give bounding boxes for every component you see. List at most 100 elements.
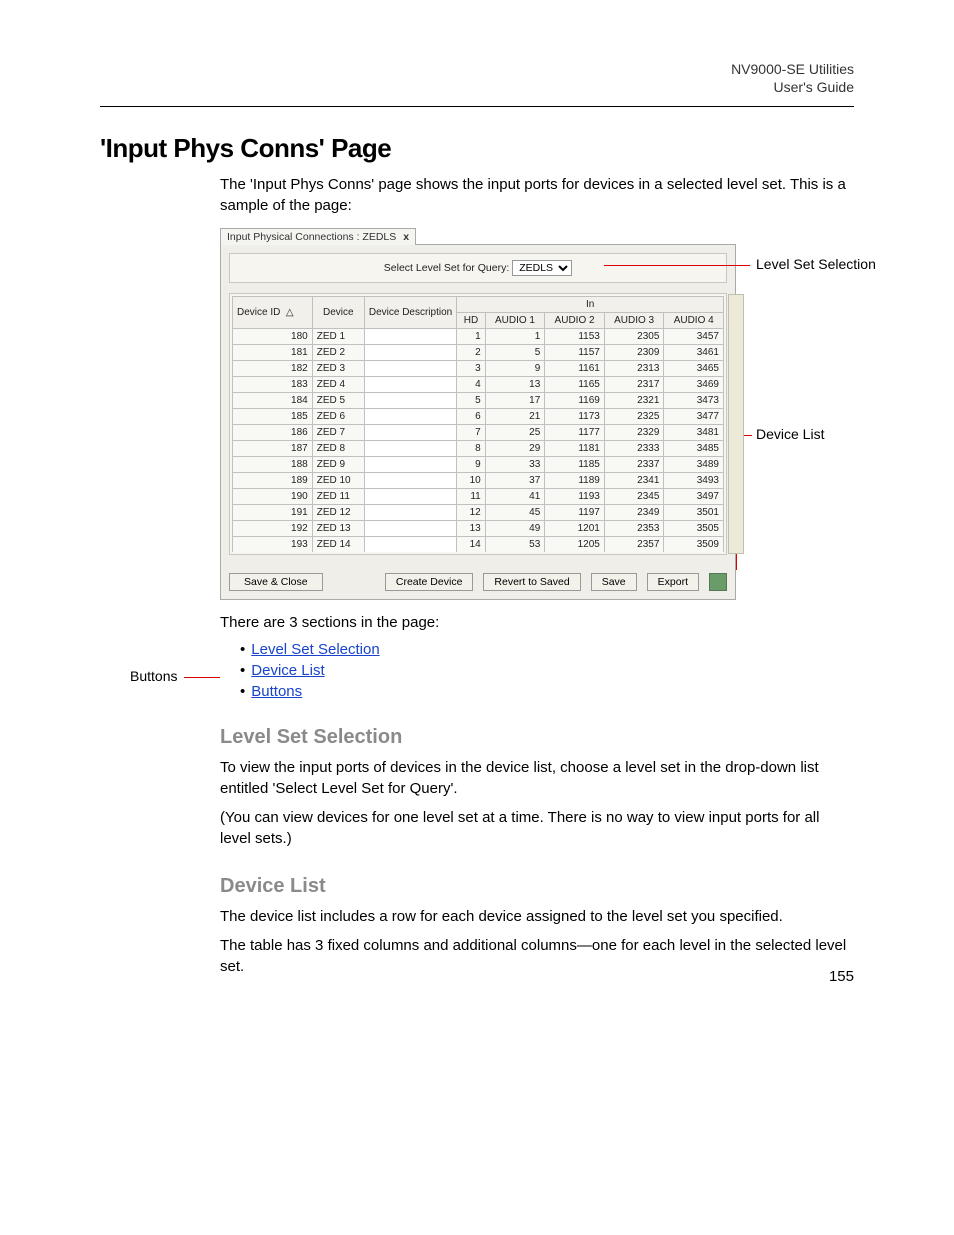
close-icon[interactable]: x bbox=[403, 231, 409, 243]
cell-device: ZED 8 bbox=[312, 441, 364, 457]
cell-a2: 1205 bbox=[545, 537, 605, 553]
cell-hd: 1 bbox=[457, 329, 486, 345]
cell-a4: 3469 bbox=[664, 377, 724, 393]
document-tab[interactable]: Input Physical Connections : ZEDLS x bbox=[220, 228, 416, 245]
table-row[interactable]: 184ZED 5517116923213473 bbox=[233, 393, 724, 409]
sec1-p1: To view the input ports of devices in th… bbox=[220, 757, 854, 799]
table-row[interactable]: 180ZED 111115323053457 bbox=[233, 329, 724, 345]
cell-a4: 3457 bbox=[664, 329, 724, 345]
link-level-set[interactable]: Level Set Selection bbox=[251, 641, 379, 658]
table-row[interactable]: 185ZED 6621117323253477 bbox=[233, 409, 724, 425]
table-row[interactable]: 189ZED 101037118923413493 bbox=[233, 473, 724, 489]
cell-hd: 3 bbox=[457, 361, 486, 377]
cell-a3: 2349 bbox=[604, 505, 664, 521]
save-close-button[interactable]: Save & Close bbox=[229, 573, 323, 591]
cell-a3: 2329 bbox=[604, 425, 664, 441]
cell-hd: 7 bbox=[457, 425, 486, 441]
table-row[interactable]: 183ZED 4413116523173469 bbox=[233, 377, 724, 393]
cell-a2: 1185 bbox=[545, 457, 605, 473]
table-row[interactable]: 191ZED 121245119723493501 bbox=[233, 505, 724, 521]
cell-a4: 3501 bbox=[664, 505, 724, 521]
col-device[interactable]: Device bbox=[312, 297, 364, 329]
table-row[interactable]: 188ZED 9933118523373489 bbox=[233, 457, 724, 473]
save-button[interactable]: Save bbox=[591, 573, 637, 591]
cell-a1: 53 bbox=[485, 537, 545, 553]
callout-device-list: Device List bbox=[756, 426, 824, 442]
col-a2[interactable]: AUDIO 2 bbox=[545, 313, 605, 329]
link-buttons[interactable]: Buttons bbox=[251, 683, 302, 700]
cell-a4: 3477 bbox=[664, 409, 724, 425]
cell-a2: 1165 bbox=[545, 377, 605, 393]
cell-device: ZED 3 bbox=[312, 361, 364, 377]
col-desc[interactable]: Device Description bbox=[364, 297, 456, 329]
table-row[interactable]: 186ZED 7725117723293481 bbox=[233, 425, 724, 441]
cell-id: 188 bbox=[233, 457, 313, 473]
cell-hd: 5 bbox=[457, 393, 486, 409]
table-row[interactable]: 193ZED 141453120523573509 bbox=[233, 537, 724, 553]
cell-a1: 13 bbox=[485, 377, 545, 393]
sections-intro: There are 3 sections in the page: bbox=[220, 612, 854, 633]
cell-a4: 3489 bbox=[664, 457, 724, 473]
table-row[interactable]: 190ZED 111141119323453497 bbox=[233, 489, 724, 505]
cell-a1: 49 bbox=[485, 521, 545, 537]
cell-a1: 5 bbox=[485, 345, 545, 361]
cell-desc bbox=[364, 505, 456, 521]
cell-id: 192 bbox=[233, 521, 313, 537]
cell-a2: 1201 bbox=[545, 521, 605, 537]
table-row[interactable]: 182ZED 339116123133465 bbox=[233, 361, 724, 377]
col-a1[interactable]: AUDIO 1 bbox=[485, 313, 545, 329]
cell-hd: 11 bbox=[457, 489, 486, 505]
cell-a4: 3473 bbox=[664, 393, 724, 409]
cell-device: ZED 5 bbox=[312, 393, 364, 409]
intro-text: The 'Input Phys Conns' page shows the in… bbox=[220, 174, 854, 216]
col-device-id[interactable]: Device ID △ bbox=[233, 297, 313, 329]
level-set-bar: Select Level Set for Query: ZEDLS bbox=[229, 253, 727, 283]
cell-a3: 2325 bbox=[604, 409, 664, 425]
cell-a4: 3485 bbox=[664, 441, 724, 457]
level-set-dropdown[interactable]: ZEDLS bbox=[512, 260, 572, 276]
cell-device: ZED 13 bbox=[312, 521, 364, 537]
cell-device: ZED 11 bbox=[312, 489, 364, 505]
cell-device: ZED 14 bbox=[312, 537, 364, 553]
cell-device: ZED 9 bbox=[312, 457, 364, 473]
sec2-p1: The device list includes a row for each … bbox=[220, 906, 854, 927]
revert-button[interactable]: Revert to Saved bbox=[483, 573, 580, 591]
page-header: NV9000-SE Utilities User's Guide bbox=[100, 60, 854, 96]
cell-a3: 2333 bbox=[604, 441, 664, 457]
cell-a2: 1197 bbox=[545, 505, 605, 521]
cell-a4: 3493 bbox=[664, 473, 724, 489]
create-device-button[interactable]: Create Device bbox=[385, 573, 474, 591]
level-set-label: Select Level Set for Query: bbox=[384, 262, 509, 274]
scrollbar[interactable] bbox=[728, 294, 744, 554]
page-number: 155 bbox=[829, 968, 854, 985]
cell-a2: 1161 bbox=[545, 361, 605, 377]
cell-hd: 12 bbox=[457, 505, 486, 521]
sec2-p2: The table has 3 fixed columns and additi… bbox=[220, 935, 854, 977]
export-button[interactable]: Export bbox=[647, 573, 699, 591]
cell-id: 187 bbox=[233, 441, 313, 457]
cell-a3: 2313 bbox=[604, 361, 664, 377]
link-device-list[interactable]: Device List bbox=[251, 662, 324, 679]
heading-device-list: Device List bbox=[220, 875, 854, 898]
cell-a3: 2345 bbox=[604, 489, 664, 505]
col-a4[interactable]: AUDIO 4 bbox=[664, 313, 724, 329]
cell-id: 181 bbox=[233, 345, 313, 361]
doc-name: User's Guide bbox=[100, 78, 854, 96]
page-title: 'Input Phys Conns' Page bbox=[100, 133, 854, 164]
cell-desc bbox=[364, 409, 456, 425]
cell-hd: 9 bbox=[457, 457, 486, 473]
cell-a3: 2317 bbox=[604, 377, 664, 393]
col-hd[interactable]: HD bbox=[457, 313, 486, 329]
cell-id: 180 bbox=[233, 329, 313, 345]
cell-a4: 3481 bbox=[664, 425, 724, 441]
col-a3[interactable]: AUDIO 3 bbox=[604, 313, 664, 329]
table-row[interactable]: 187ZED 8829118123333485 bbox=[233, 441, 724, 457]
table-row[interactable]: 192ZED 131349120123533505 bbox=[233, 521, 724, 537]
cell-a1: 41 bbox=[485, 489, 545, 505]
cell-a3: 2341 bbox=[604, 473, 664, 489]
table-row[interactable]: 181ZED 225115723093461 bbox=[233, 345, 724, 361]
cell-a3: 2357 bbox=[604, 537, 664, 553]
cell-id: 182 bbox=[233, 361, 313, 377]
cell-id: 189 bbox=[233, 473, 313, 489]
sql-icon[interactable] bbox=[709, 573, 727, 591]
